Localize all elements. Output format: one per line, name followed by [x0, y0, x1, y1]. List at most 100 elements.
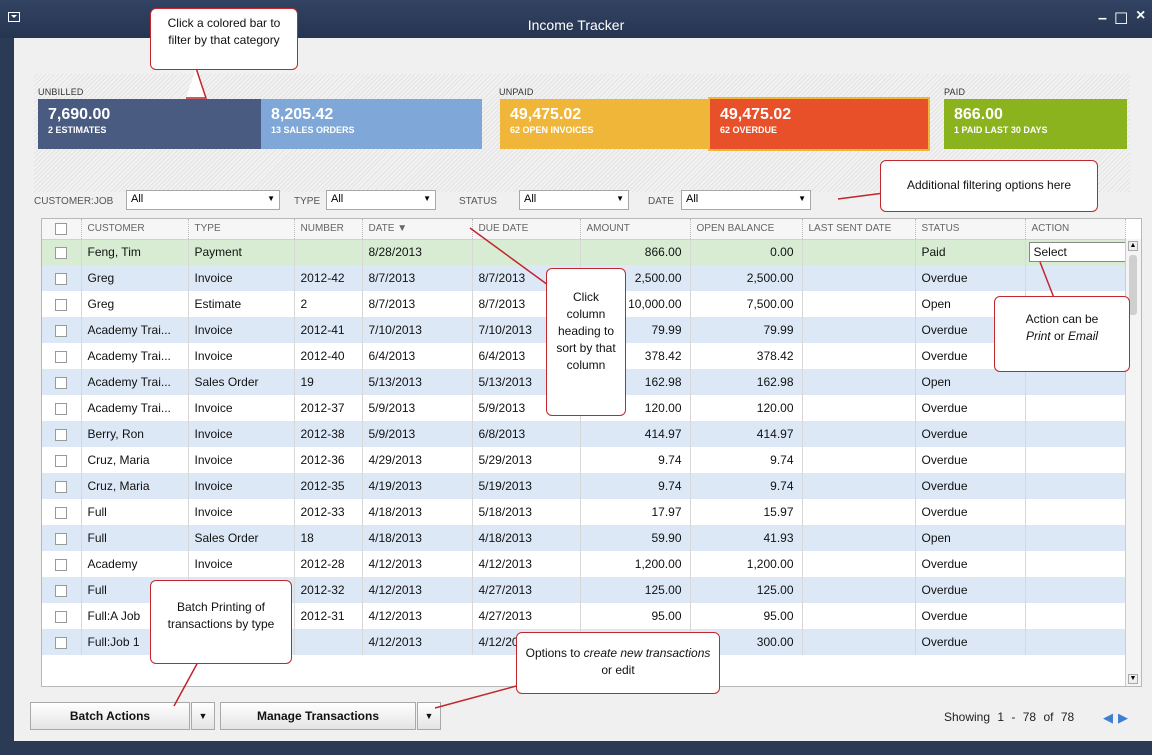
action-email-text: Email [1068, 329, 1099, 343]
row-checkbox[interactable] [55, 298, 68, 311]
overdue-bar[interactable]: 49,475.02 62 OVERDUE [708, 97, 930, 151]
date-filter-select[interactable]: All ▼ [681, 190, 811, 210]
row-checkbox[interactable] [55, 584, 68, 597]
type-filter-value: All [331, 193, 344, 205]
date-cell: 5/9/2013 [362, 421, 473, 447]
row-checkbox-cell[interactable] [42, 499, 82, 525]
due-date-column-header[interactable]: DUE DATE [472, 219, 581, 240]
table-row[interactable]: Cruz, Maria Invoice 2012-36 4/29/2013 5/29/2… [42, 447, 1126, 473]
row-checkbox-cell[interactable] [42, 551, 82, 577]
status-filter-select[interactable]: All ▼ [519, 190, 629, 210]
last-sent-date-cell [802, 265, 916, 291]
row-checkbox-cell[interactable] [42, 447, 82, 473]
row-checkbox[interactable] [55, 558, 68, 571]
estimates-bar[interactable]: 7,690.00 2 ESTIMATES [38, 99, 261, 149]
maximize-icon[interactable]: ☐ [1114, 9, 1128, 29]
status-column-header[interactable]: STATUS [915, 219, 1026, 240]
next-page-icon[interactable]: ▶ [1118, 710, 1128, 726]
table-row[interactable]: Full Invoice 2012-33 4/18/2013 5/18/2013 17.9… [42, 499, 1126, 525]
number-cell: 2012-41 [294, 317, 363, 343]
chevron-down-icon: ▼ [616, 194, 624, 203]
customer-column-header[interactable]: CUSTOMER [81, 219, 189, 240]
scroll-down-icon[interactable]: ▼ [1128, 674, 1138, 684]
amount-column-header[interactable]: AMOUNT [580, 219, 691, 240]
row-checkbox[interactable] [55, 350, 68, 363]
date-cell: 8/7/2013 [362, 265, 473, 291]
row-checkbox-cell[interactable] [42, 473, 82, 499]
status-cell: Overdue [915, 577, 1026, 603]
due-date-cell: 6/8/2013 [472, 421, 581, 447]
open-balance-cell: 0.00 [690, 239, 803, 265]
select-all-header[interactable] [42, 219, 82, 240]
minimize-icon[interactable]: – [1098, 10, 1107, 28]
row-checkbox-cell[interactable] [42, 395, 82, 421]
row-checkbox-cell[interactable] [42, 343, 82, 369]
row-checkbox-cell[interactable] [42, 369, 82, 395]
row-checkbox-cell[interactable] [42, 603, 82, 629]
sales-orders-bar[interactable]: 8,205.42 13 SALES ORDERS [261, 99, 482, 149]
due-date-cell [472, 239, 581, 265]
customer-filter-select[interactable]: All ▼ [126, 190, 280, 210]
row-checkbox[interactable] [55, 610, 68, 623]
last-sent-date-cell [802, 395, 916, 421]
row-checkbox-cell[interactable] [42, 525, 82, 551]
row-checkbox-cell[interactable] [42, 577, 82, 603]
number-column-header[interactable]: NUMBER [294, 219, 363, 240]
close-icon[interactable]: × [1136, 7, 1145, 25]
date-column-header[interactable]: DATE ▼ [362, 219, 473, 240]
table-row[interactable]: Feng, Tim Payment 8/28/2013 866.00 0.00 Paid S… [42, 239, 1126, 265]
manage-transactions-dropdown-icon[interactable]: ▼ [417, 702, 441, 730]
row-checkbox-cell[interactable] [42, 265, 82, 291]
scroll-thumb[interactable] [1129, 255, 1137, 315]
action-select[interactable]: Select▼ [1028, 242, 1124, 263]
row-checkbox[interactable] [55, 636, 68, 649]
row-checkbox[interactable] [55, 402, 68, 415]
paid-bar[interactable]: 866.00 1 PAID LAST 30 DAYS [944, 99, 1127, 149]
customer-cell: Cruz, Maria [81, 473, 189, 499]
row-checkbox-cell[interactable] [42, 291, 82, 317]
row-checkbox[interactable] [55, 480, 68, 493]
row-checkbox-cell[interactable] [42, 239, 82, 265]
type-cell: Invoice [188, 421, 295, 447]
row-checkbox[interactable] [55, 506, 68, 519]
row-checkbox[interactable] [55, 454, 68, 467]
filtering-callout: Additional filtering options here [880, 160, 1098, 212]
previous-page-icon[interactable]: ◀ [1103, 710, 1113, 726]
customer-cell: Feng, Tim [81, 239, 189, 265]
row-checkbox[interactable] [55, 532, 68, 545]
table-row[interactable]: Academy Invoice 2012-28 4/12/2013 4/12/2013 1… [42, 551, 1126, 577]
last-sent-date-column-header[interactable]: LAST SENT DATE [802, 219, 916, 240]
manage-transactions-button[interactable]: Manage Transactions [220, 702, 416, 730]
action-column-header[interactable]: ACTION [1025, 219, 1126, 240]
action-cell [1025, 551, 1126, 577]
row-checkbox[interactable] [55, 324, 68, 337]
status-cell: Overdue [915, 603, 1026, 629]
open-balance-cell: 125.00 [690, 577, 803, 603]
action-cell [1025, 473, 1126, 499]
row-checkbox[interactable] [55, 247, 68, 260]
row-checkbox-cell[interactable] [42, 629, 82, 655]
type-filter-select[interactable]: All ▼ [326, 190, 436, 210]
row-checkbox-cell[interactable] [42, 421, 82, 447]
table-row[interactable]: Full Sales Order 18 4/18/2013 4/18/2013 59.90… [42, 525, 1126, 551]
open-invoices-bar[interactable]: 49,475.02 62 OPEN INVOICES [500, 99, 710, 149]
open-invoices-amount: 49,475.02 [510, 106, 582, 123]
row-checkbox[interactable] [55, 272, 68, 285]
sales-orders-amount: 8,205.42 [271, 106, 334, 123]
select-all-checkbox[interactable] [55, 222, 68, 235]
row-checkbox[interactable] [55, 428, 68, 441]
row-checkbox[interactable] [55, 376, 68, 389]
customer-cell: Full [81, 499, 189, 525]
last-sent-date-cell [802, 343, 916, 369]
type-column-header[interactable]: TYPE [188, 219, 295, 240]
customer-cell: Cruz, Maria [81, 447, 189, 473]
row-checkbox-cell[interactable] [42, 317, 82, 343]
open-balance-column-header[interactable]: OPEN BALANCE [690, 219, 803, 240]
table-row[interactable]: Berry, Ron Invoice 2012-38 5/9/2013 6/8/2013… [42, 421, 1126, 447]
batch-actions-dropdown-icon[interactable]: ▼ [191, 702, 215, 730]
scroll-up-icon[interactable]: ▲ [1128, 241, 1138, 251]
table-row[interactable]: Cruz, Maria Invoice 2012-35 4/19/2013 5/19/2… [42, 473, 1126, 499]
status-filter-label: STATUS [459, 196, 497, 207]
date-cell: 4/12/2013 [362, 629, 473, 655]
batch-actions-button[interactable]: Batch Actions [30, 702, 190, 730]
